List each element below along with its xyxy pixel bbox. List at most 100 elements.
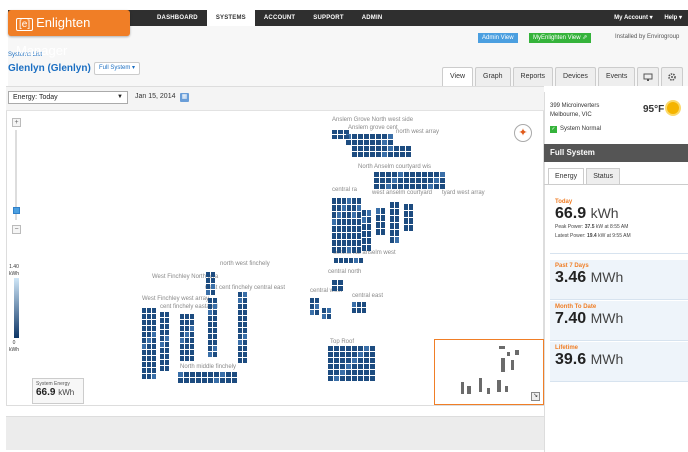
solar-panel[interactable] <box>352 376 357 381</box>
solar-panel[interactable] <box>243 340 247 345</box>
solar-panel[interactable] <box>358 358 363 363</box>
solar-panel[interactable] <box>342 247 346 253</box>
solar-panel[interactable] <box>388 152 393 157</box>
solar-panel[interactable] <box>440 172 445 177</box>
solar-panel[interactable] <box>220 372 225 377</box>
nav-admin[interactable]: ADMIN <box>353 10 392 26</box>
solar-panel[interactable] <box>147 350 151 355</box>
solar-panel[interactable] <box>211 290 215 295</box>
solar-panel[interactable] <box>358 152 363 157</box>
solar-panel[interactable] <box>367 245 371 251</box>
solar-panel[interactable] <box>243 292 247 297</box>
solar-panel[interactable] <box>395 237 399 243</box>
solar-panel[interactable] <box>178 372 183 377</box>
solar-panel[interactable] <box>357 205 361 211</box>
solar-panel[interactable] <box>152 356 156 361</box>
solar-panel[interactable] <box>185 338 189 343</box>
solar-panel[interactable] <box>344 258 348 263</box>
solar-panel[interactable] <box>382 140 387 145</box>
solar-panel[interactable] <box>381 208 385 214</box>
solar-panel[interactable] <box>376 222 380 228</box>
solar-panel[interactable] <box>406 152 411 157</box>
solar-panel[interactable] <box>347 226 351 232</box>
solar-panel[interactable] <box>142 332 146 337</box>
solar-panel[interactable] <box>370 140 375 145</box>
solar-panel[interactable] <box>352 140 357 145</box>
solar-panel[interactable] <box>243 334 247 339</box>
solar-panel[interactable] <box>190 332 194 337</box>
solar-panel[interactable] <box>160 330 164 335</box>
solar-panel[interactable] <box>196 378 201 383</box>
array-label[interactable]: north west array <box>396 129 439 135</box>
solar-panel[interactable] <box>357 302 361 307</box>
solar-panel[interactable] <box>243 322 247 327</box>
solar-panel[interactable] <box>376 134 381 139</box>
solar-panel[interactable] <box>322 314 326 319</box>
solar-panel[interactable] <box>328 346 333 351</box>
solar-panel[interactable] <box>352 219 356 225</box>
solar-panel[interactable] <box>409 211 413 217</box>
solar-panel[interactable] <box>362 245 366 251</box>
solar-panel[interactable] <box>346 346 351 351</box>
solar-panel[interactable] <box>374 172 379 177</box>
solar-panel[interactable] <box>352 370 357 375</box>
solar-panel[interactable] <box>422 172 427 177</box>
solar-panel[interactable] <box>208 346 212 351</box>
solar-panel[interactable] <box>160 360 164 365</box>
solar-panel[interactable] <box>165 324 169 329</box>
array-label[interactable]: Anslem grove cent <box>348 125 398 131</box>
solar-panel[interactable] <box>328 376 333 381</box>
solar-panel[interactable] <box>338 135 343 139</box>
solar-panel[interactable] <box>395 230 399 236</box>
solar-panel[interactable] <box>362 217 366 223</box>
solar-panel[interactable] <box>422 178 427 183</box>
solar-panel[interactable] <box>147 338 151 343</box>
solar-panel[interactable] <box>358 370 363 375</box>
solar-panel[interactable] <box>185 314 189 319</box>
solar-panel[interactable] <box>398 172 403 177</box>
solar-panel[interactable] <box>404 178 409 183</box>
solar-panel[interactable] <box>364 376 369 381</box>
solar-panel[interactable] <box>390 237 394 243</box>
solar-panel[interactable] <box>142 362 146 367</box>
tab-reports[interactable]: Reports <box>512 67 554 86</box>
solar-panel[interactable] <box>208 372 213 377</box>
solar-panel[interactable] <box>381 222 385 228</box>
solar-panel[interactable] <box>232 372 237 377</box>
solar-panel[interactable] <box>208 316 212 321</box>
solar-panel[interactable] <box>409 218 413 224</box>
solar-panel[interactable] <box>367 238 371 244</box>
solar-panel[interactable] <box>142 308 146 313</box>
solar-panel[interactable] <box>160 348 164 353</box>
solar-panel[interactable] <box>352 146 357 151</box>
solar-panel[interactable] <box>428 172 433 177</box>
solar-panel[interactable] <box>386 184 391 189</box>
solar-panel[interactable] <box>243 310 247 315</box>
solar-panel[interactable] <box>374 178 379 183</box>
solar-panel[interactable] <box>388 146 393 151</box>
solar-panel[interactable] <box>370 358 375 363</box>
solar-panel[interactable] <box>342 240 346 246</box>
solar-panel[interactable] <box>213 322 217 327</box>
solar-panel[interactable] <box>160 354 164 359</box>
solar-panel[interactable] <box>380 178 385 183</box>
solar-panel[interactable] <box>409 204 413 210</box>
solar-panel[interactable] <box>352 352 357 357</box>
solar-panel[interactable] <box>347 212 351 218</box>
solar-panel[interactable] <box>352 233 356 239</box>
solar-panel[interactable] <box>367 231 371 237</box>
solar-panel[interactable] <box>386 178 391 183</box>
solar-panel[interactable] <box>238 292 242 297</box>
solar-panel[interactable] <box>434 184 439 189</box>
solar-panel[interactable] <box>180 350 184 355</box>
solar-panel[interactable] <box>184 372 189 377</box>
solar-panel[interactable] <box>340 358 345 363</box>
solar-panel[interactable] <box>352 226 356 232</box>
solar-panel[interactable] <box>434 178 439 183</box>
solar-panel[interactable] <box>352 302 356 307</box>
solar-panel[interactable] <box>196 372 201 377</box>
solar-panel[interactable] <box>337 205 341 211</box>
solar-panel[interactable] <box>370 346 375 351</box>
solar-panel[interactable] <box>238 316 242 321</box>
solar-panel[interactable] <box>334 352 339 357</box>
